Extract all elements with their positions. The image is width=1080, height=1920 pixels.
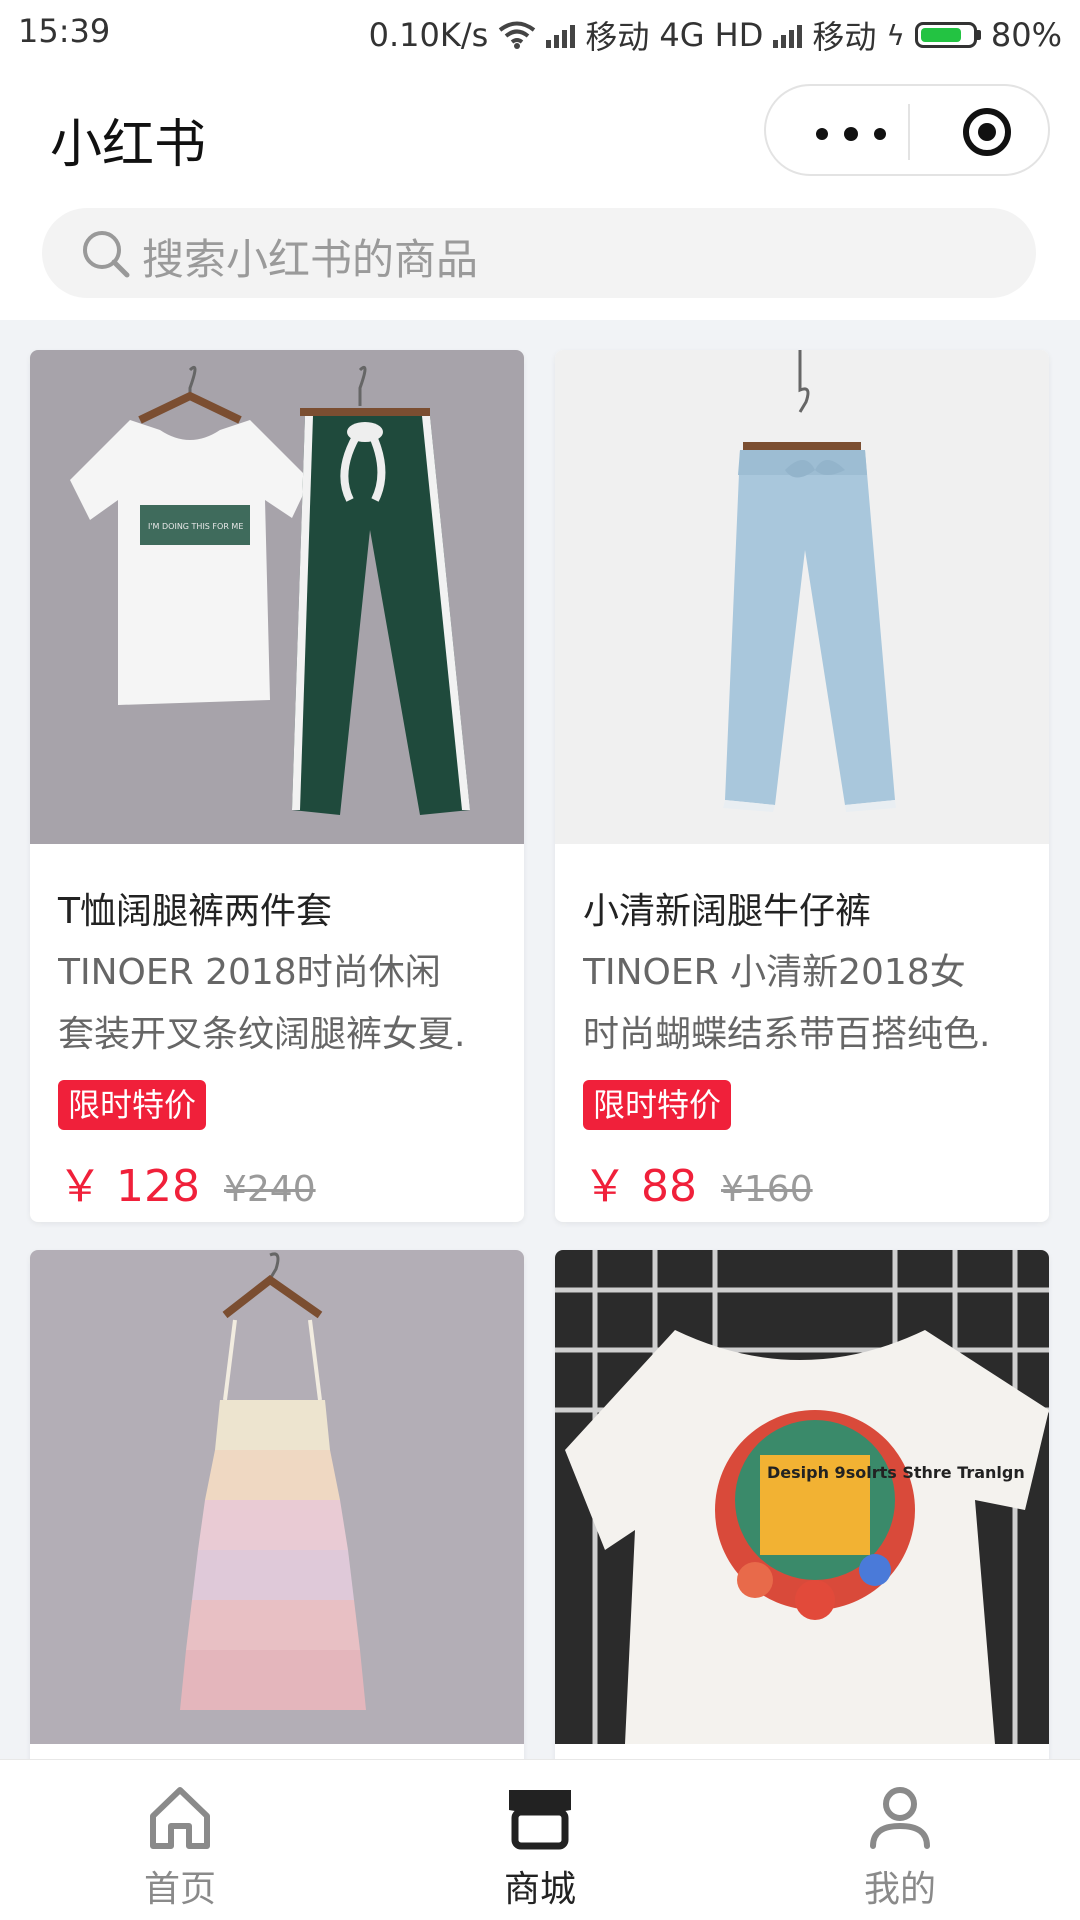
currency-symbol: ￥ (58, 1161, 102, 1212)
product-name: 小清新阔腿牛仔裤 (583, 891, 872, 932)
bottom-tab-bar: 首页 商城 我的 (0, 1759, 1080, 1920)
shop-icon (509, 1790, 571, 1850)
promo-tag: 限时特价 (583, 1080, 732, 1130)
charging-icon: ϟ (886, 18, 905, 52)
original-price: ¥160 (721, 1169, 813, 1210)
network-type: 4G HD (659, 16, 764, 54)
tab-home[interactable]: 首页 (0, 1760, 360, 1920)
shirt-print-text: Desiph 9solrts Sthre Tranlgn (767, 1463, 1025, 1482)
carrier-label: 移动 (585, 18, 650, 56)
network-speed: 0.10K/s (368, 16, 489, 54)
printed-white-tshirt-photo: Desiph 9solrts Sthre Tranlgn (555, 1250, 1049, 1744)
tshirt-and-wide-leg-pants-photo: I'M DOING THIS FOR ME (30, 350, 524, 844)
product-price: ￥ 128 ¥240 (58, 1150, 316, 1214)
header: 小红书 搜索小红书的商品 (0, 62, 1080, 320)
tab-shop[interactable]: 商城 (360, 1760, 720, 1920)
product-desc-line: 时尚蝴蝶结系带百搭纯色. (583, 1014, 991, 1055)
search-placeholder: 搜索小红书的商品 (142, 235, 479, 284)
svg-text:I'M DOING THIS FOR ME: I'M DOING THIS FOR ME (148, 522, 243, 531)
product-card[interactable]: I'M DOING THIS FOR ME T恤阔腿裤两件套 TINOER 20… (30, 350, 524, 1222)
product-description: TINOER 2018时尚休闲 套装开叉条纹阔腿裤女夏. (58, 942, 508, 1066)
battery-percent: 80% (990, 16, 1062, 54)
signal-icon-2 (773, 22, 803, 48)
capsule-divider (908, 104, 910, 160)
price-value: 128 (116, 1161, 200, 1212)
original-price: ¥240 (223, 1169, 316, 1210)
pastel-layered-dress-photo (30, 1250, 524, 1744)
search-bar[interactable]: 搜索小红书的商品 (42, 208, 1036, 298)
product-card[interactable]: 小清新阔腿牛仔裤 TINOER 小清新2018女 时尚蝴蝶结系带百搭纯色. 限时… (555, 350, 1049, 1222)
mini-program-capsule (764, 84, 1050, 176)
tab-label: 商城 (503, 1869, 576, 1910)
currency-symbol: ￥ (583, 1161, 627, 1212)
product-price: ￥ 88 ¥160 (583, 1150, 813, 1214)
promo-tag: 限时特价 (58, 1080, 207, 1130)
status-time: 15:39 (18, 12, 111, 50)
price-value: 88 (641, 1161, 697, 1212)
product-desc-line: 套装开叉条纹阔腿裤女夏. (58, 1014, 466, 1055)
home-icon (150, 1787, 210, 1849)
carrier-label-2: 移动 (812, 18, 877, 56)
product-name: T恤阔腿裤两件套 (58, 891, 332, 932)
product-card[interactable] (30, 1250, 524, 1770)
signal-icon (546, 22, 576, 48)
tab-label: 我的 (863, 1869, 936, 1910)
more-dots-icon[interactable] (806, 114, 906, 150)
user-icon (870, 1787, 930, 1849)
product-desc-line: TINOER 小清新2018女 (583, 952, 966, 993)
tab-label: 首页 (143, 1869, 216, 1910)
wifi-icon (499, 21, 536, 49)
battery-icon (914, 22, 981, 48)
status-bar: 15:39 0.10K/s 移动 4G HD 移动 ϟ 80% (0, 0, 1080, 62)
product-description: TINOER 小清新2018女 时尚蝴蝶结系带百搭纯色. (583, 942, 1033, 1066)
tab-profile[interactable]: 我的 (720, 1760, 1080, 1920)
product-desc-line: TINOER 2018时尚休闲 (58, 952, 441, 993)
target-circle-icon[interactable] (961, 106, 1013, 158)
search-icon (83, 231, 130, 278)
product-card[interactable]: Desiph 9solrts Sthre Tranlgn (555, 1250, 1049, 1770)
light-blue-jeans-photo (555, 350, 1049, 844)
page-title: 小红书 (50, 115, 207, 175)
